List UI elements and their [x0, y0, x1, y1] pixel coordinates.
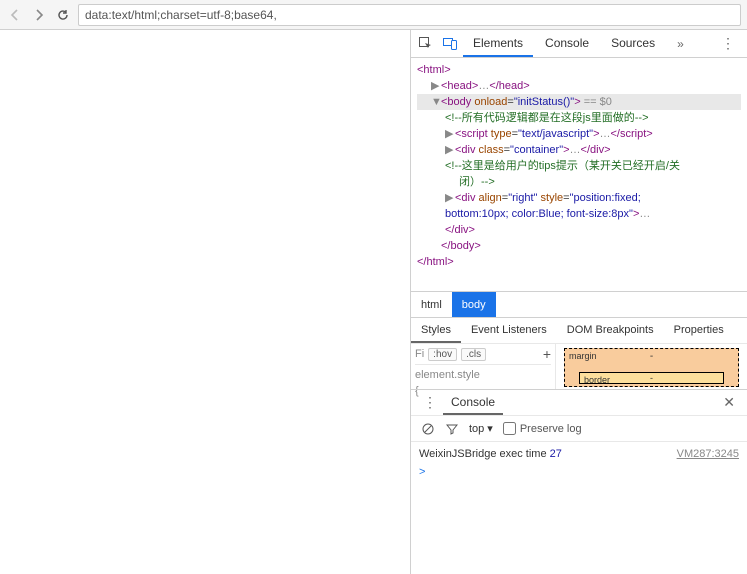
dom-attr: style [537, 192, 563, 204]
box-border-label: border [584, 375, 610, 385]
ellipsis: … [570, 144, 581, 156]
tab-elements[interactable]: Elements [463, 30, 533, 57]
dom-node: </head> [489, 80, 529, 92]
dom-attr-val: "text/javascript" [518, 128, 593, 140]
dom-tag: </div> [581, 144, 611, 156]
context-label: top [469, 423, 484, 435]
clear-console-icon[interactable] [421, 422, 435, 436]
dom-node[interactable]: </div> [445, 224, 475, 236]
dom-comment[interactable]: <!--这里是给用户的tips提示（某开关已经开启/关 [445, 160, 680, 172]
breadcrumb-body[interactable]: body [452, 292, 496, 317]
dom-attr: onload [474, 96, 507, 108]
dom-tag: <body [441, 96, 474, 108]
reload-button[interactable] [54, 6, 72, 24]
tab-styles[interactable]: Styles [411, 318, 461, 343]
console-number: 27 [550, 448, 562, 460]
ellipsis: … [478, 80, 489, 92]
dom-attr: type [491, 128, 512, 140]
tab-console[interactable]: Console [535, 30, 599, 57]
back-button[interactable] [6, 6, 24, 24]
drawer-close-icon[interactable]: ✕ [717, 394, 741, 411]
dom-tag: <div [455, 144, 479, 156]
dom-tree[interactable]: <html> ▶<head>…</head> ▼<body onload="in… [411, 58, 747, 291]
preserve-log-checkbox[interactable] [503, 422, 516, 435]
url-input[interactable] [78, 4, 741, 26]
border-top-val: - [650, 373, 653, 383]
device-toggle-icon[interactable] [439, 33, 461, 55]
devtools-menu-icon[interactable]: ⋮ [713, 35, 743, 52]
box-margin-label: margin [569, 351, 597, 361]
dom-breadcrumb: html body [411, 291, 747, 317]
new-style-rule[interactable]: + [543, 346, 551, 362]
dom-tag: </script> [611, 128, 653, 140]
ellipsis: … [639, 208, 650, 220]
element-style-label: element.style [415, 365, 551, 381]
main-area: Elements Console Sources » ⋮ <html> ▶<he… [0, 30, 747, 574]
tabs-more[interactable]: » [671, 37, 690, 51]
ellipsis: … [600, 128, 611, 140]
console-message: WeixinJSBridge exec time 27 VM287:3245 [419, 446, 739, 462]
expand-icon[interactable]: ▶ [445, 142, 455, 158]
dom-attr-val: "container" [510, 144, 563, 156]
dom-node[interactable]: <head> [441, 80, 478, 92]
dom-node[interactable]: <html> [417, 64, 451, 76]
inspect-element-icon[interactable] [415, 33, 437, 55]
styles-tabbar: Styles Event Listeners DOM Breakpoints P… [411, 318, 747, 344]
dom-node[interactable]: </body> [441, 240, 481, 252]
console-text: WeixinJSBridge exec time [419, 448, 550, 460]
tab-dom-breakpoints[interactable]: DOM Breakpoints [557, 318, 664, 343]
dom-node[interactable]: ▶<script type="text/javascript">…</scrip… [417, 126, 741, 142]
tab-properties[interactable]: Properties [664, 318, 734, 343]
breadcrumb-html[interactable]: html [411, 292, 452, 317]
dom-attr: class [479, 144, 504, 156]
box-model[interactable]: margin - border - [556, 344, 747, 389]
cls-toggle[interactable]: .cls [461, 348, 486, 361]
styles-pane: Styles Event Listeners DOM Breakpoints P… [411, 317, 747, 389]
dom-attr-val: "right" [508, 192, 537, 204]
devtools-panel: Elements Console Sources » ⋮ <html> ▶<he… [411, 30, 747, 574]
dom-node[interactable]: </html> [417, 256, 454, 268]
chevron-down-icon: ▾ [487, 422, 493, 435]
console-prompt[interactable]: > [419, 462, 739, 478]
preserve-log-label: Preserve log [520, 423, 582, 435]
dom-attr: align [479, 192, 502, 204]
expand-icon[interactable]: ▶ [445, 126, 455, 142]
styles-rules: Fi :hov .cls + element.style { [411, 344, 556, 389]
dom-comment[interactable]: <!--所有代码逻辑都是在这段js里面做的--> [445, 112, 649, 124]
dom-selected-node[interactable]: ▼<body onload="initStatus()"> == $0 [417, 94, 741, 110]
dom-attr-val: "initStatus()" [514, 96, 574, 108]
console-drawer: ⋮ Console ✕ top▾ Preserve log WeixinJSBr… [411, 389, 747, 574]
dom-node[interactable]: ▶<div class="container">…</div> [417, 142, 741, 158]
dom-node[interactable]: ▶<div align="right" style="position:fixe… [417, 190, 741, 206]
dom-comment: 闭）--> [459, 176, 495, 188]
drawer-menu-icon[interactable]: ⋮ [417, 394, 443, 411]
page-viewport [0, 30, 411, 574]
filter-icon[interactable] [445, 422, 459, 436]
devtools-tabbar: Elements Console Sources » ⋮ [411, 30, 747, 58]
drawer-tab-console[interactable]: Console [443, 390, 503, 415]
dom-tag: <script [455, 128, 491, 140]
expand-icon[interactable]: ▶ [445, 190, 455, 206]
hov-toggle[interactable]: :hov [428, 348, 457, 361]
dom-eq0: == $0 [581, 96, 612, 108]
dom-tag: <div [455, 192, 479, 204]
tab-sources[interactable]: Sources [601, 30, 665, 57]
console-source-link[interactable]: VM287:3245 [677, 448, 739, 460]
dom-attr-val: bottom:10px; color:Blue; font-size:8px" [445, 208, 633, 220]
tab-event-listeners[interactable]: Event Listeners [461, 318, 557, 343]
expand-icon[interactable]: ▶ [431, 78, 441, 94]
console-output[interactable]: WeixinJSBridge exec time 27 VM287:3245 > [411, 442, 747, 574]
forward-button[interactable] [30, 6, 48, 24]
context-selector[interactable]: top▾ [469, 422, 493, 435]
styles-filter[interactable]: Fi [415, 348, 424, 360]
dom-attr-val: "position:fixed; [570, 192, 641, 204]
margin-top-val: - [579, 351, 724, 362]
preserve-log-toggle[interactable]: Preserve log [503, 422, 582, 435]
collapse-icon[interactable]: ▼ [431, 94, 441, 110]
browser-toolbar [0, 0, 747, 30]
